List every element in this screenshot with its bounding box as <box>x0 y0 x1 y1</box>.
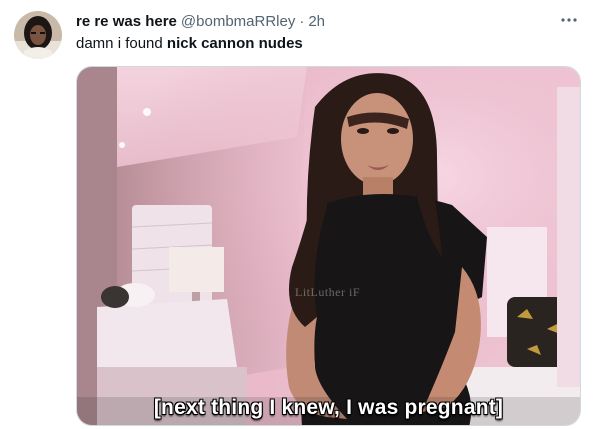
display-name[interactable]: re re was here <box>76 12 177 32</box>
avatar[interactable] <box>14 11 62 59</box>
more-horizontal-icon[interactable] <box>558 12 580 28</box>
watermark-text: LitLuther iF <box>295 285 360 299</box>
tweet-text-prefix: damn i found <box>76 35 167 52</box>
tweet-text: damn i found nick cannon nudes <box>76 34 303 54</box>
meme-photo <box>77 67 580 425</box>
tweet[interactable]: re re was here @bombmaRRley · 2h damn i … <box>0 0 594 429</box>
timestamp[interactable]: 2h <box>308 12 325 32</box>
tweet-media-image[interactable]: LitLuther iF [next thing I knew, I was p… <box>76 66 581 426</box>
meme-caption: [next thing I knew, I was pregnant] <box>153 396 504 419</box>
avatar-image <box>14 11 62 59</box>
user-handle[interactable]: @bombmaRRley <box>181 12 295 32</box>
tweet-text-bold: nick cannon nudes <box>166 35 303 52</box>
separator-dot: · <box>299 13 305 30</box>
tweet-header: re re was here @bombmaRRley · 2h <box>76 12 325 32</box>
